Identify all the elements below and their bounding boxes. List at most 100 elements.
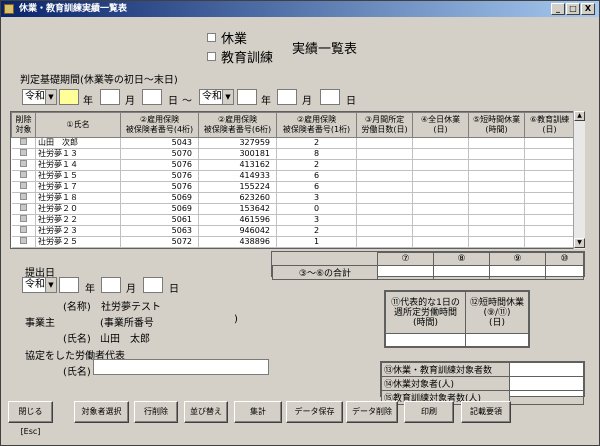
training-cell[interactable] <box>524 170 575 182</box>
insurance-no-4-cell[interactable]: 5072 <box>120 236 199 248</box>
insurance-no-4-cell[interactable]: 5061 <box>120 214 199 226</box>
print-button[interactable]: 印刷 <box>404 401 454 423</box>
short-leave-cell[interactable] <box>468 148 525 160</box>
insurance-no-1-cell[interactable]: 8 <box>276 148 357 160</box>
employee-name-cell[interactable]: 社労夢１４ <box>35 159 121 171</box>
delete-checkbox[interactable] <box>19 215 27 222</box>
full-leave-cell[interactable] <box>412 159 469 171</box>
table-row[interactable]: 社労夢１４ 5076 413162 2 <box>11 159 575 171</box>
short-leave-cell[interactable] <box>468 236 525 248</box>
close-window-button[interactable]: X <box>581 3 595 15</box>
insurance-no-6-cell[interactable]: 300181 <box>198 148 277 160</box>
table-row[interactable]: 社労夢１３ 5070 300181 8 <box>11 148 575 160</box>
delete-checkbox[interactable] <box>19 149 27 156</box>
training-cell[interactable] <box>524 225 575 237</box>
workdays-cell[interactable] <box>356 236 413 248</box>
training-cell[interactable] <box>524 137 575 149</box>
insurance-no-4-cell[interactable]: 5070 <box>120 148 199 160</box>
training-cell[interactable] <box>524 203 575 215</box>
short-leave-cell[interactable] <box>468 137 525 149</box>
employee-name-cell[interactable]: 社労夢２３ <box>35 225 121 237</box>
period-start-month-input[interactable] <box>100 89 120 105</box>
short-leave-cell[interactable] <box>468 225 525 237</box>
kyugyo-checkbox[interactable] <box>207 33 216 42</box>
delete-checkbox[interactable] <box>19 160 27 167</box>
aggregate-button[interactable]: 集計 <box>234 401 282 423</box>
full-leave-cell[interactable] <box>412 214 469 226</box>
insurance-no-1-cell[interactable]: 6 <box>276 170 357 182</box>
short-leave-cell[interactable] <box>468 203 525 215</box>
full-leave-cell[interactable] <box>412 225 469 237</box>
short-leave-cell[interactable] <box>468 192 525 204</box>
insurance-no-1-cell[interactable]: 2 <box>276 137 357 149</box>
full-leave-cell[interactable] <box>412 170 469 182</box>
delete-checkbox[interactable] <box>19 182 27 189</box>
workdays-cell[interactable] <box>356 192 413 204</box>
workdays-cell[interactable] <box>356 203 413 215</box>
insurance-no-4-cell[interactable]: 5069 <box>120 192 199 204</box>
full-leave-cell[interactable] <box>412 236 469 248</box>
employee-name-cell[interactable]: 社労夢１５ <box>35 170 121 182</box>
period-end-month-input[interactable] <box>277 89 297 105</box>
table-row[interactable]: 社労夢２２ 5061 461596 3 <box>11 214 575 226</box>
select-target-button[interactable]: 対象者選択 <box>74 401 129 423</box>
table-row[interactable]: 山田 次郎 5043 327959 2 <box>11 137 575 149</box>
employee-name-cell[interactable]: 社労夢２５ <box>35 236 121 248</box>
workdays-cell[interactable] <box>356 170 413 182</box>
grid-scrollbar[interactable]: ▲ ▼ <box>573 111 585 249</box>
insurance-no-6-cell[interactable]: 327959 <box>198 137 277 149</box>
period-start-year-input[interactable] <box>59 89 79 105</box>
insurance-no-4-cell[interactable]: 5076 <box>120 181 199 193</box>
insurance-no-6-cell[interactable]: 461596 <box>198 214 277 226</box>
submit-era-select[interactable]: 令和 ▼ <box>22 277 57 293</box>
training-cell[interactable] <box>524 214 575 226</box>
insurance-no-1-cell[interactable]: 0 <box>276 203 357 215</box>
delete-checkbox[interactable] <box>19 237 27 244</box>
insurance-no-4-cell[interactable]: 5076 <box>120 170 199 182</box>
delete-checkbox[interactable] <box>19 226 27 233</box>
training-cell[interactable] <box>524 159 575 171</box>
short-leave-cell[interactable] <box>468 170 525 182</box>
insurance-no-4-cell[interactable]: 5069 <box>120 203 199 215</box>
insurance-no-6-cell[interactable]: 623260 <box>198 192 277 204</box>
delete-checkbox[interactable] <box>19 204 27 211</box>
scroll-up-icon[interactable]: ▲ <box>574 111 585 121</box>
period-start-era-select[interactable]: 令和 ▼ <box>22 89 57 105</box>
training-cell[interactable] <box>524 192 575 204</box>
employee-name-cell[interactable]: 社労夢２０ <box>35 203 121 215</box>
kyoiku-checkbox[interactable] <box>207 52 216 61</box>
insurance-no-6-cell[interactable]: 438896 <box>198 236 277 248</box>
insurance-no-6-cell[interactable]: 414933 <box>198 170 277 182</box>
close-button[interactable]: 閉じる[Esc] <box>8 401 53 436</box>
workdays-cell[interactable] <box>356 137 413 149</box>
worker-rep-name-input[interactable] <box>93 359 269 375</box>
period-end-year-input[interactable] <box>237 89 257 105</box>
insurance-no-6-cell[interactable]: 413162 <box>198 159 277 171</box>
table-row[interactable]: 社労夢２３ 5063 946042 2 <box>11 225 575 237</box>
insurance-no-4-cell[interactable]: 5043 <box>120 137 199 149</box>
training-cell[interactable] <box>524 181 575 193</box>
insurance-no-6-cell[interactable]: 946042 <box>198 225 277 237</box>
delete-checkbox[interactable] <box>19 138 27 145</box>
short-leave-cell[interactable] <box>468 214 525 226</box>
short-leave-cell[interactable] <box>468 159 525 171</box>
table-row[interactable]: 社労夢２５ 5072 438896 1 <box>11 236 575 248</box>
table-row[interactable]: 社労夢１７ 5076 155224 6 <box>11 181 575 193</box>
save-data-button[interactable]: データ保存 <box>286 401 343 423</box>
delete-data-button[interactable]: データ削除 <box>346 401 398 423</box>
full-leave-cell[interactable] <box>412 192 469 204</box>
workdays-cell[interactable] <box>356 214 413 226</box>
training-cell[interactable] <box>524 148 575 160</box>
insurance-no-4-cell[interactable]: 5063 <box>120 225 199 237</box>
employee-name-cell[interactable]: 山田 次郎 <box>35 137 121 149</box>
employee-name-cell[interactable]: 社労夢１８ <box>35 192 121 204</box>
insurance-no-1-cell[interactable]: 2 <box>276 225 357 237</box>
minimize-button[interactable]: _ <box>551 3 565 15</box>
delete-row-button[interactable]: 行削除 <box>134 401 178 423</box>
period-start-day-input[interactable] <box>142 89 162 105</box>
instructions-button[interactable]: 記載要領 <box>461 401 511 423</box>
insurance-no-1-cell[interactable]: 3 <box>276 214 357 226</box>
insurance-no-1-cell[interactable]: 2 <box>276 159 357 171</box>
insurance-no-4-cell[interactable]: 5076 <box>120 159 199 171</box>
scroll-down-icon[interactable]: ▼ <box>574 238 585 248</box>
